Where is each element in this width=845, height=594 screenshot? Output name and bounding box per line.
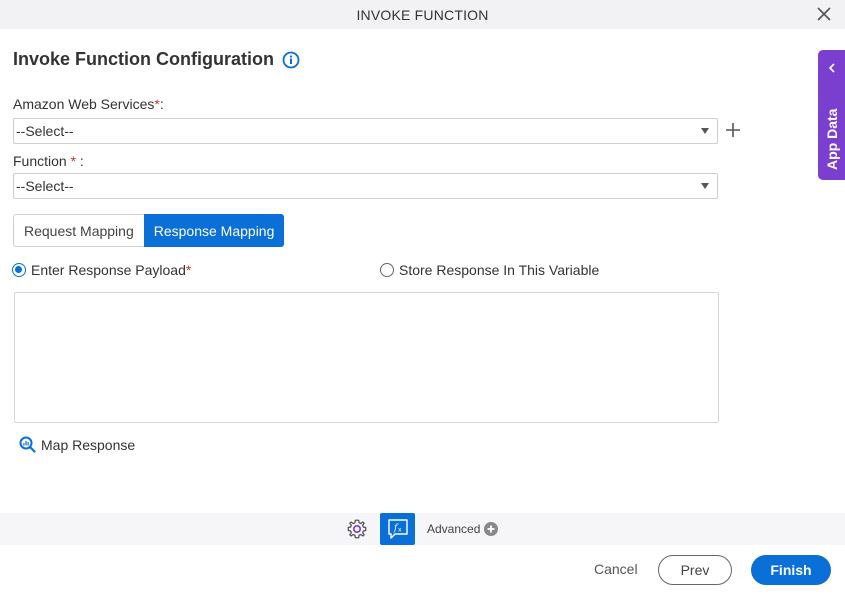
- app-data-panel-toggle[interactable]: App Data: [818, 50, 845, 180]
- function-select-value: --Select--: [16, 178, 74, 194]
- page-title: Invoke Function Configuration: [13, 49, 274, 69]
- function-label-text: Function: [13, 153, 71, 169]
- info-icon[interactable]: [282, 51, 300, 69]
- cancel-button[interactable]: Cancel: [594, 561, 638, 577]
- dropdown-arrow-icon: [701, 183, 709, 189]
- radio-enter-response-payload[interactable]: Enter Response Payload *: [12, 262, 191, 278]
- bottom-toolbar: [0, 513, 845, 545]
- finish-button[interactable]: Finish: [751, 555, 831, 585]
- aws-label-text: Amazon Web Services: [13, 96, 155, 112]
- response-payload-textarea[interactable]: [14, 292, 719, 423]
- aws-label: Amazon Web Services*:: [13, 96, 164, 112]
- mapping-tabs: Request Mapping Response Mapping: [13, 214, 285, 247]
- tab-response-mapping[interactable]: Response Mapping: [143, 214, 285, 247]
- function-fx-icon: f x: [388, 519, 408, 539]
- function-select[interactable]: --Select--: [13, 173, 718, 199]
- aws-select[interactable]: --Select--: [13, 118, 718, 144]
- dropdown-arrow-icon: [701, 128, 709, 134]
- chevron-left-icon: [828, 63, 835, 73]
- radio-label: Store Response In This Variable: [399, 262, 600, 278]
- close-icon[interactable]: [815, 5, 833, 23]
- add-aws-connection-icon[interactable]: [724, 121, 742, 139]
- svg-text:x: x: [398, 527, 402, 534]
- expression-fx-button[interactable]: f x: [380, 513, 415, 545]
- label-suffix: :: [76, 153, 84, 169]
- aws-select-value: --Select--: [16, 123, 74, 139]
- map-response-label: Map Response: [41, 436, 136, 453]
- plus-circle-icon: [484, 522, 499, 536]
- settings-gear-icon[interactable]: [346, 518, 368, 540]
- dialog-title: INVOKE FUNCTION: [356, 6, 489, 23]
- function-label: Function * :: [13, 153, 84, 169]
- radio-button-unchecked[interactable]: [380, 263, 394, 277]
- required-mark: *: [185, 262, 192, 278]
- radio-label: Enter Response Payload: [31, 262, 186, 278]
- radio-button-checked[interactable]: [12, 263, 26, 277]
- prev-button[interactable]: Prev: [658, 555, 732, 585]
- advanced-toggle[interactable]: Advanced: [427, 522, 499, 536]
- map-response-search-icon: [19, 436, 36, 453]
- label-suffix: :: [159, 96, 164, 112]
- app-data-label: App Data: [824, 108, 840, 170]
- app-data-label-wrap: App Data: [824, 86, 840, 170]
- dialog-titlebar: INVOKE FUNCTION: [0, 0, 845, 29]
- advanced-label: Advanced: [427, 522, 481, 536]
- radio-store-response-variable[interactable]: Store Response In This Variable: [380, 262, 599, 278]
- map-response-button[interactable]: Map Response: [19, 436, 135, 453]
- page-heading: Invoke Function Configuration: [13, 49, 300, 70]
- tab-request-mapping[interactable]: Request Mapping: [13, 214, 144, 247]
